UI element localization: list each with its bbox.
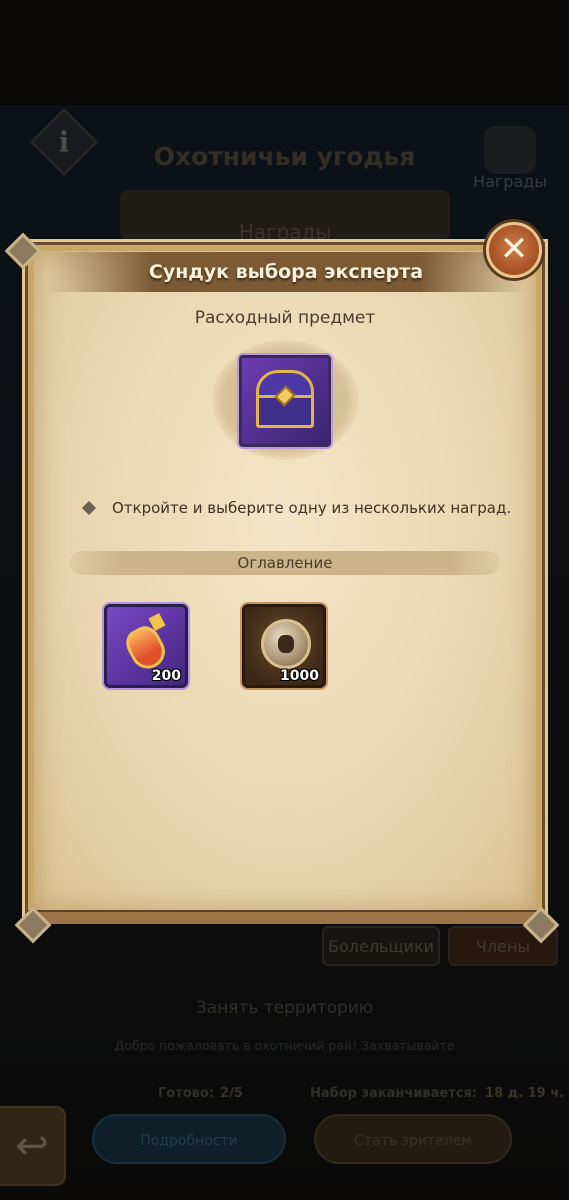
contents-label: Оглавление (237, 554, 333, 572)
potion-icon (121, 621, 171, 675)
reward-item-medal[interactable]: 1000 (242, 604, 326, 688)
reward-quantity: 200 (151, 668, 181, 684)
close-button[interactable]: ✕ (486, 222, 542, 278)
medal-icon (261, 619, 311, 669)
reward-item-potion[interactable]: 200 (104, 604, 188, 688)
description-text: Откройте и выберите одну из нескольких н… (112, 499, 512, 517)
modal-title: Сундук выбора эксперта (148, 261, 424, 283)
treasure-chest-icon (239, 355, 331, 447)
diamond-bullet-icon (81, 500, 97, 516)
modal-bottom-trim (28, 910, 542, 924)
reward-quantity: 1000 (280, 668, 319, 684)
close-icon: ✕ (499, 229, 529, 269)
item-type: Расходный предмет (194, 308, 376, 328)
item-description: Откройте и выберите одну из нескольких н… (81, 496, 511, 520)
